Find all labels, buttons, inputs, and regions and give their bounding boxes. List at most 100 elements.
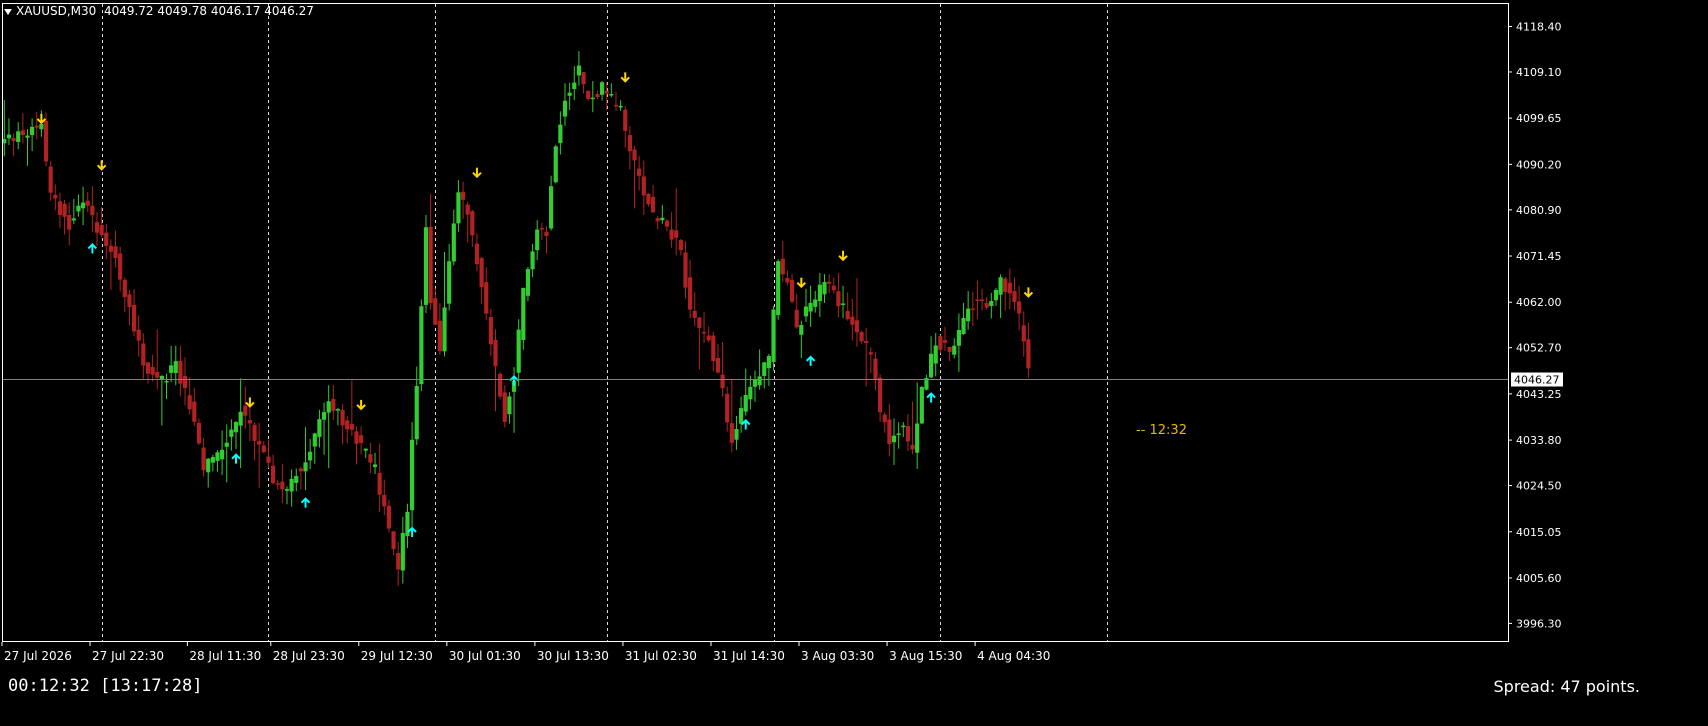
candle-body bbox=[433, 298, 438, 325]
candle-body bbox=[998, 277, 1003, 295]
candle-body bbox=[896, 433, 901, 435]
candle-body bbox=[993, 289, 999, 301]
time-tick-label: 27 Jul 2026 bbox=[4, 649, 72, 663]
candle-body bbox=[201, 447, 206, 471]
candle-body bbox=[34, 125, 39, 128]
candle-body bbox=[419, 306, 424, 385]
candle-body bbox=[1021, 325, 1026, 342]
candle-body bbox=[474, 243, 480, 265]
candle-body bbox=[210, 457, 215, 463]
candle-body bbox=[609, 94, 614, 96]
price-tick-label: 4090.20 bbox=[1516, 158, 1562, 171]
candle-body bbox=[567, 92, 572, 96]
candle-body bbox=[618, 105, 623, 108]
candle-body bbox=[507, 396, 512, 415]
candle-body bbox=[817, 284, 822, 302]
candle-body bbox=[799, 325, 804, 335]
candle-body bbox=[850, 316, 855, 325]
candle-body bbox=[706, 335, 711, 341]
candle-body bbox=[637, 168, 642, 176]
candle-body bbox=[266, 456, 271, 463]
candle-body bbox=[173, 361, 178, 374]
candle-body bbox=[780, 258, 785, 275]
candle-body bbox=[238, 411, 243, 426]
candle-body bbox=[961, 317, 966, 335]
candle-body bbox=[479, 257, 484, 288]
candle-body bbox=[349, 424, 354, 430]
candle-body bbox=[502, 392, 507, 422]
candle-body bbox=[1017, 301, 1022, 314]
candle-body bbox=[984, 302, 989, 308]
candle-body bbox=[460, 191, 466, 200]
candle-body bbox=[669, 229, 674, 240]
candle-body bbox=[771, 309, 776, 362]
candle-body bbox=[43, 120, 49, 162]
candle-body bbox=[581, 72, 586, 85]
candle-body bbox=[396, 553, 401, 570]
candle-body bbox=[827, 281, 832, 284]
candle-body bbox=[326, 401, 331, 413]
time-tick-label: 3 Aug 15:30 bbox=[889, 649, 962, 663]
candle-body bbox=[308, 451, 313, 461]
candle-body bbox=[664, 220, 670, 227]
candle-body bbox=[808, 302, 813, 312]
candle-body bbox=[257, 440, 262, 445]
candle-body bbox=[335, 409, 341, 411]
candle-body bbox=[270, 465, 276, 484]
price-chart[interactable]: 4118.40 4109.10 4099.65 4090.20 4080.90 4071.… bbox=[0, 0, 1708, 726]
price-tick-label: 4062.00 bbox=[1516, 296, 1562, 309]
candle-body bbox=[359, 435, 364, 443]
candle-body bbox=[284, 489, 290, 491]
candle-body bbox=[739, 408, 744, 424]
candle-body bbox=[178, 360, 183, 384]
candle-body bbox=[947, 346, 952, 352]
candle-body bbox=[67, 214, 72, 230]
price-tick-label: 4109.10 bbox=[1516, 66, 1562, 79]
candle-body bbox=[966, 308, 971, 322]
price-tick-label: 4033.80 bbox=[1516, 434, 1562, 447]
symbol-header[interactable]: XAUUSD,M30 4049.72 4049.78 4046.17 4046.… bbox=[4, 4, 314, 18]
candle-body bbox=[331, 398, 336, 411]
chevron-down-icon[interactable] bbox=[4, 8, 12, 15]
candle-body bbox=[391, 531, 396, 550]
candle-body bbox=[85, 200, 90, 206]
candle-body bbox=[498, 373, 503, 397]
candle-body bbox=[1003, 278, 1008, 293]
candle-body bbox=[108, 245, 113, 252]
candle-body bbox=[437, 320, 442, 352]
candle-body bbox=[414, 386, 419, 440]
candle-body bbox=[683, 252, 688, 288]
candle-body bbox=[30, 126, 35, 136]
price-tick-label: 4118.40 bbox=[1516, 20, 1562, 33]
candle-body bbox=[57, 201, 63, 215]
candle-body bbox=[1026, 339, 1031, 369]
candle-body bbox=[762, 362, 767, 376]
candle-body bbox=[887, 419, 892, 445]
candle-body bbox=[650, 196, 656, 213]
candle-body bbox=[488, 316, 493, 345]
candle-body bbox=[595, 94, 600, 98]
candle-body bbox=[544, 231, 549, 236]
candle-body bbox=[206, 458, 211, 473]
candle-body bbox=[845, 311, 850, 320]
candle-body bbox=[604, 90, 609, 94]
candle-body bbox=[854, 320, 860, 333]
candle-body bbox=[562, 100, 568, 117]
candle-body bbox=[16, 131, 21, 142]
candle-body bbox=[169, 365, 174, 373]
candle-body bbox=[539, 227, 544, 230]
candle-body bbox=[62, 203, 67, 217]
candle-body bbox=[39, 123, 44, 130]
candle-body bbox=[136, 329, 141, 341]
candle-body bbox=[196, 422, 202, 444]
candle-body bbox=[386, 505, 392, 529]
candle-body bbox=[423, 227, 429, 305]
candle-body bbox=[576, 65, 581, 76]
candle-body bbox=[956, 330, 961, 346]
candle-body bbox=[104, 232, 109, 246]
candle-body bbox=[275, 483, 280, 485]
candle-body bbox=[99, 225, 104, 235]
candle-body bbox=[590, 97, 595, 100]
candle-body bbox=[465, 204, 470, 215]
candle-body bbox=[868, 352, 873, 355]
